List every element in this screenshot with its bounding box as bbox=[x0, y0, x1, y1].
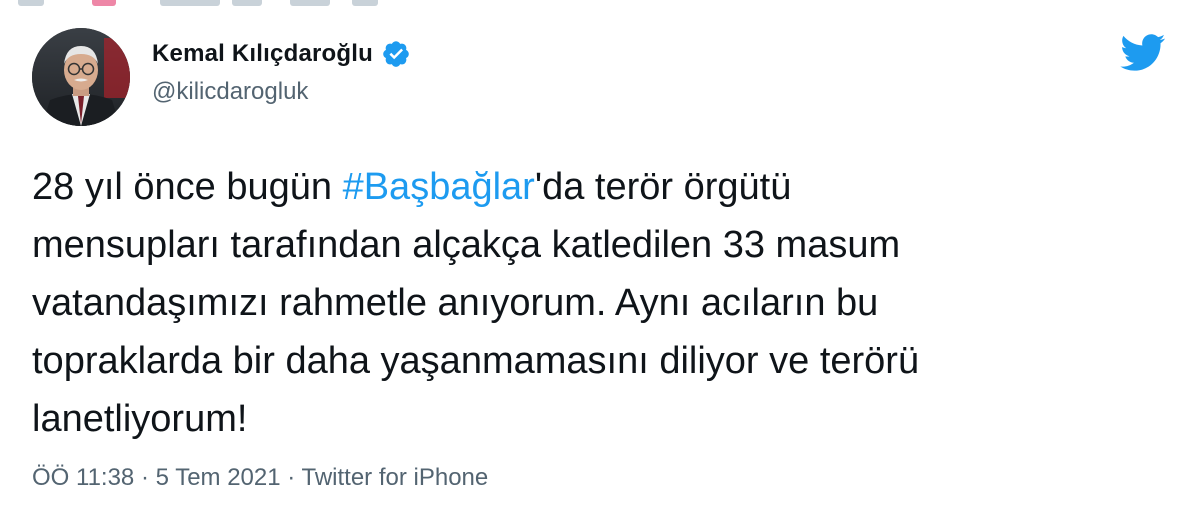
tweet-card: Kemal Kılıçdaroğlu @kilicdarogluk 28 yıl… bbox=[0, 0, 1200, 510]
meta-separator: · bbox=[134, 464, 156, 491]
tweet-time[interactable]: ÖÖ 11:38 bbox=[32, 464, 134, 491]
meta-separator: · bbox=[280, 464, 302, 491]
tweet-text-part1: 28 yıl önce bugün bbox=[32, 166, 343, 208]
cropped-previous-content bbox=[0, 0, 1200, 14]
display-name[interactable]: Kemal Kılıçdaroğlu bbox=[152, 40, 373, 68]
tweet-date[interactable]: 5 Tem 2021 bbox=[156, 464, 281, 491]
tweet-text: 28 yıl önce bugün #Başbağlar'da terör ör… bbox=[32, 158, 1132, 448]
name-row: Kemal Kılıçdaroğlu bbox=[152, 36, 411, 72]
tweet-meta: ÖÖ 11:38 · 5 Tem 2021 · Twitter for iPho… bbox=[32, 464, 488, 492]
hashtag-link[interactable]: #Başbağlar bbox=[343, 166, 535, 208]
tweet-header: Kemal Kılıçdaroğlu @kilicdarogluk bbox=[32, 28, 1172, 128]
twitter-bird-icon[interactable] bbox=[1120, 34, 1166, 72]
tweet-source[interactable]: Twitter for iPhone bbox=[302, 464, 489, 491]
user-handle[interactable]: @kilicdarogluk bbox=[152, 78, 411, 106]
avatar[interactable] bbox=[32, 28, 130, 126]
user-info: Kemal Kılıçdaroğlu @kilicdarogluk bbox=[152, 36, 411, 106]
verified-badge-icon bbox=[381, 39, 411, 69]
